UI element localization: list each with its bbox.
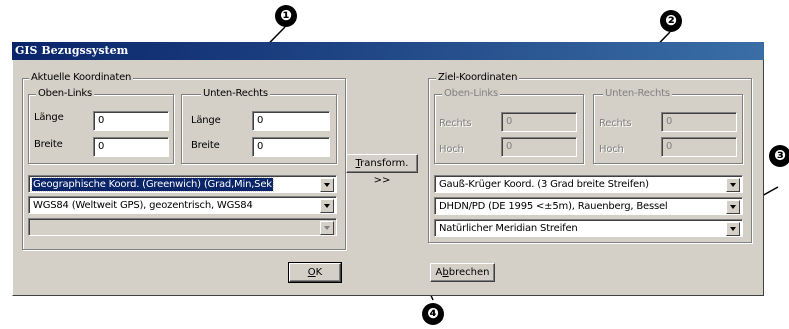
chevron-down-icon[interactable] (320, 178, 334, 192)
target-bottom-right-right-input: 0 (661, 112, 737, 132)
chevron-down-icon[interactable] (726, 178, 740, 192)
target-bottom-right-high-input: 0 (661, 137, 737, 157)
source-system-value: Geographische Koord. (Greenwich) (Grad,M… (31, 177, 274, 192)
target-meridian-value: Natürlicher Meridian Streifen (439, 223, 578, 234)
target-high-label-1: Hoch (439, 144, 464, 155)
source-width-label-2: Breite (191, 140, 220, 151)
ok-button[interactable]: OK (288, 262, 342, 283)
callout-marker-2: ❷ (660, 10, 682, 32)
cancel-button[interactable]: Abbrechen (430, 263, 495, 282)
source-width-label-1: Breite (34, 139, 63, 150)
chevron-down-icon[interactable] (320, 199, 334, 213)
source-top-left-width-input[interactable]: 0 (93, 137, 169, 157)
target-top-left-right-input: 0 (501, 112, 577, 132)
chevron-down-icon[interactable] (726, 200, 740, 214)
target-system-select[interactable]: Gauß-Krüger Koord. (3 Grad breite Streif… (434, 175, 743, 193)
ok-label: K (315, 267, 323, 278)
chevron-down-icon (320, 221, 334, 235)
target-datum-value: DHDN/PD (DE 1995 <±5m), Rauenberg, Besse… (439, 201, 668, 212)
callout-marker-3: ❸ (769, 145, 789, 167)
ok-mnemonic: O (307, 267, 316, 278)
cancel-label-end: brechen (448, 267, 490, 278)
target-high-label-2: Hoch (599, 144, 624, 155)
callout-marker-4: ❹ (422, 303, 444, 325)
target-top-left-high-input: 0 (501, 137, 577, 157)
source-system-select[interactable]: Geographische Koord. (Greenwich) (Grad,M… (28, 175, 337, 193)
callout-marker-1: ❶ (275, 5, 297, 27)
source-bottom-right-length-input[interactable]: 0 (252, 111, 330, 131)
source-top-left-label: Oben-Links (36, 88, 95, 100)
source-extra-select (28, 218, 337, 236)
source-coordinates-label: Aktuelle Koordinaten (29, 72, 134, 84)
source-extra-value (32, 221, 318, 234)
transform-button[interactable]: Transform. >> (346, 154, 418, 186)
source-top-left-length-input[interactable]: 0 (93, 111, 169, 131)
target-system-value: Gauß-Krüger Koord. (3 Grad breite Streif… (439, 179, 649, 190)
window-title: GIS Bezugssystem (12, 42, 764, 60)
target-datum-select[interactable]: DHDN/PD (DE 1995 <±5m), Rauenberg, Besse… (434, 197, 743, 215)
source-datum-value: WGS84 (Weltweit GPS), geozentrisch, WGS8… (33, 200, 253, 211)
source-length-label-1: Länge (34, 112, 64, 123)
target-right-label-2: Rechts (599, 118, 632, 129)
source-datum-select[interactable]: WGS84 (Weltweit GPS), geozentrisch, WGS8… (28, 196, 337, 214)
source-bottom-right-width-input[interactable]: 0 (252, 137, 330, 157)
target-right-label-1: Rechts (439, 118, 472, 129)
source-bottom-right-label: Unten-Rechts (201, 88, 270, 100)
chevron-down-icon[interactable] (726, 222, 740, 236)
target-meridian-select[interactable]: Natürlicher Meridian Streifen (434, 219, 743, 237)
target-bottom-right-label: Unten-Rechts (603, 88, 672, 100)
target-coordinates-label: Ziel-Koordinaten (436, 72, 520, 84)
target-top-left-label: Oben-Links (442, 88, 501, 100)
source-length-label-2: Länge (191, 115, 221, 126)
